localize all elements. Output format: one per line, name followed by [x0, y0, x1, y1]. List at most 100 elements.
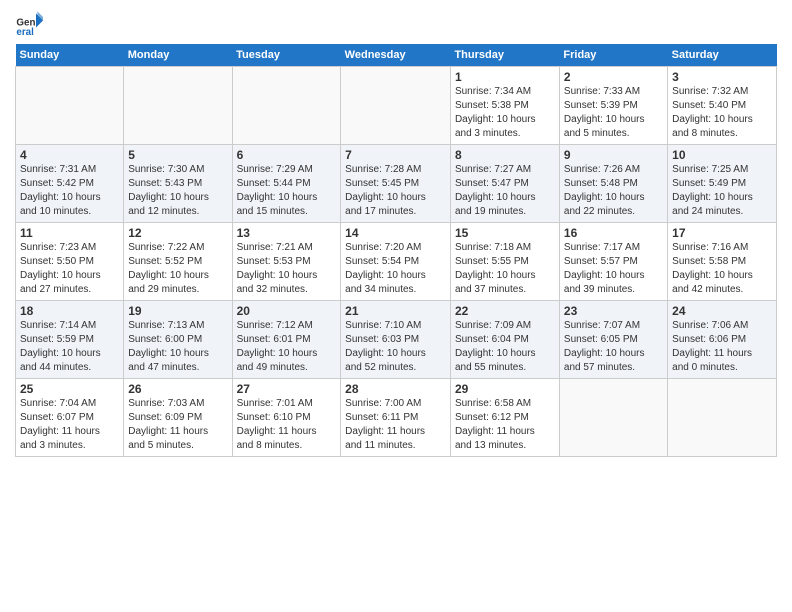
- day-info: Sunrise: 6:58 AM Sunset: 6:12 PM Dayligh…: [455, 397, 555, 453]
- day-number: 28: [345, 382, 446, 396]
- day-info: Sunrise: 7:29 AM Sunset: 5:44 PM Dayligh…: [237, 163, 337, 219]
- day-info: Sunrise: 7:18 AM Sunset: 5:55 PM Dayligh…: [455, 241, 555, 297]
- day-number: 17: [672, 226, 772, 240]
- day-cell: 17Sunrise: 7:16 AM Sunset: 5:58 PM Dayli…: [668, 223, 777, 301]
- day-info: Sunrise: 7:10 AM Sunset: 6:03 PM Dayligh…: [345, 319, 446, 375]
- day-cell: 20Sunrise: 7:12 AM Sunset: 6:01 PM Dayli…: [232, 301, 341, 379]
- day-cell: 16Sunrise: 7:17 AM Sunset: 5:57 PM Dayli…: [559, 223, 667, 301]
- day-number: 15: [455, 226, 555, 240]
- day-info: Sunrise: 7:03 AM Sunset: 6:09 PM Dayligh…: [128, 397, 227, 453]
- calendar-table: SundayMondayTuesdayWednesdayThursdayFrid…: [15, 44, 777, 457]
- day-info: Sunrise: 7:32 AM Sunset: 5:40 PM Dayligh…: [672, 85, 772, 141]
- day-info: Sunrise: 7:04 AM Sunset: 6:07 PM Dayligh…: [20, 397, 119, 453]
- day-info: Sunrise: 7:12 AM Sunset: 6:01 PM Dayligh…: [237, 319, 337, 375]
- header-row: SundayMondayTuesdayWednesdayThursdayFrid…: [16, 44, 777, 67]
- day-info: Sunrise: 7:26 AM Sunset: 5:48 PM Dayligh…: [564, 163, 663, 219]
- day-number: 3: [672, 70, 772, 84]
- day-cell: 26Sunrise: 7:03 AM Sunset: 6:09 PM Dayli…: [124, 379, 232, 457]
- day-cell: [668, 379, 777, 457]
- day-number: 23: [564, 304, 663, 318]
- column-header-friday: Friday: [559, 44, 667, 67]
- day-number: 20: [237, 304, 337, 318]
- day-number: 4: [20, 148, 119, 162]
- day-info: Sunrise: 7:25 AM Sunset: 5:49 PM Dayligh…: [672, 163, 772, 219]
- day-info: Sunrise: 7:30 AM Sunset: 5:43 PM Dayligh…: [128, 163, 227, 219]
- column-header-saturday: Saturday: [668, 44, 777, 67]
- day-info: Sunrise: 7:31 AM Sunset: 5:42 PM Dayligh…: [20, 163, 119, 219]
- day-number: 8: [455, 148, 555, 162]
- day-cell: 25Sunrise: 7:04 AM Sunset: 6:07 PM Dayli…: [16, 379, 124, 457]
- day-cell: 28Sunrise: 7:00 AM Sunset: 6:11 PM Dayli…: [341, 379, 451, 457]
- day-number: 22: [455, 304, 555, 318]
- day-cell: 12Sunrise: 7:22 AM Sunset: 5:52 PM Dayli…: [124, 223, 232, 301]
- week-row-1: 1Sunrise: 7:34 AM Sunset: 5:38 PM Daylig…: [16, 67, 777, 145]
- logo: Gen eral: [15, 10, 47, 38]
- day-info: Sunrise: 7:16 AM Sunset: 5:58 PM Dayligh…: [672, 241, 772, 297]
- day-number: 7: [345, 148, 446, 162]
- day-info: Sunrise: 7:13 AM Sunset: 6:00 PM Dayligh…: [128, 319, 227, 375]
- day-cell: 21Sunrise: 7:10 AM Sunset: 6:03 PM Dayli…: [341, 301, 451, 379]
- day-cell: 13Sunrise: 7:21 AM Sunset: 5:53 PM Dayli…: [232, 223, 341, 301]
- day-info: Sunrise: 7:23 AM Sunset: 5:50 PM Dayligh…: [20, 241, 119, 297]
- header: Gen eral: [15, 10, 777, 38]
- day-cell: [559, 379, 667, 457]
- day-info: Sunrise: 7:00 AM Sunset: 6:11 PM Dayligh…: [345, 397, 446, 453]
- day-number: 25: [20, 382, 119, 396]
- day-cell: 10Sunrise: 7:25 AM Sunset: 5:49 PM Dayli…: [668, 145, 777, 223]
- day-info: Sunrise: 7:07 AM Sunset: 6:05 PM Dayligh…: [564, 319, 663, 375]
- day-info: Sunrise: 7:06 AM Sunset: 6:06 PM Dayligh…: [672, 319, 772, 375]
- day-cell: 5Sunrise: 7:30 AM Sunset: 5:43 PM Daylig…: [124, 145, 232, 223]
- day-number: 11: [20, 226, 119, 240]
- week-row-3: 11Sunrise: 7:23 AM Sunset: 5:50 PM Dayli…: [16, 223, 777, 301]
- calendar-page: Gen eral SundayMondayTuesdayWednesdayThu…: [0, 0, 792, 612]
- logo-icon: Gen eral: [15, 10, 43, 38]
- day-info: Sunrise: 7:28 AM Sunset: 5:45 PM Dayligh…: [345, 163, 446, 219]
- day-info: Sunrise: 7:20 AM Sunset: 5:54 PM Dayligh…: [345, 241, 446, 297]
- day-info: Sunrise: 7:33 AM Sunset: 5:39 PM Dayligh…: [564, 85, 663, 141]
- day-info: Sunrise: 7:17 AM Sunset: 5:57 PM Dayligh…: [564, 241, 663, 297]
- day-cell: 18Sunrise: 7:14 AM Sunset: 5:59 PM Dayli…: [16, 301, 124, 379]
- day-number: 21: [345, 304, 446, 318]
- day-cell: 3Sunrise: 7:32 AM Sunset: 5:40 PM Daylig…: [668, 67, 777, 145]
- column-header-wednesday: Wednesday: [341, 44, 451, 67]
- day-cell: 23Sunrise: 7:07 AM Sunset: 6:05 PM Dayli…: [559, 301, 667, 379]
- day-number: 10: [672, 148, 772, 162]
- day-info: Sunrise: 7:21 AM Sunset: 5:53 PM Dayligh…: [237, 241, 337, 297]
- day-cell: [16, 67, 124, 145]
- day-cell: 24Sunrise: 7:06 AM Sunset: 6:06 PM Dayli…: [668, 301, 777, 379]
- day-info: Sunrise: 7:09 AM Sunset: 6:04 PM Dayligh…: [455, 319, 555, 375]
- week-row-5: 25Sunrise: 7:04 AM Sunset: 6:07 PM Dayli…: [16, 379, 777, 457]
- day-number: 16: [564, 226, 663, 240]
- day-number: 2: [564, 70, 663, 84]
- day-cell: [124, 67, 232, 145]
- day-cell: [341, 67, 451, 145]
- day-number: 27: [237, 382, 337, 396]
- day-cell: 7Sunrise: 7:28 AM Sunset: 5:45 PM Daylig…: [341, 145, 451, 223]
- day-number: 9: [564, 148, 663, 162]
- day-cell: 27Sunrise: 7:01 AM Sunset: 6:10 PM Dayli…: [232, 379, 341, 457]
- day-number: 5: [128, 148, 227, 162]
- day-cell: 2Sunrise: 7:33 AM Sunset: 5:39 PM Daylig…: [559, 67, 667, 145]
- column-header-tuesday: Tuesday: [232, 44, 341, 67]
- day-number: 26: [128, 382, 227, 396]
- day-number: 6: [237, 148, 337, 162]
- day-number: 18: [20, 304, 119, 318]
- column-header-sunday: Sunday: [16, 44, 124, 67]
- day-cell: [232, 67, 341, 145]
- day-number: 12: [128, 226, 227, 240]
- day-info: Sunrise: 7:34 AM Sunset: 5:38 PM Dayligh…: [455, 85, 555, 141]
- day-cell: 19Sunrise: 7:13 AM Sunset: 6:00 PM Dayli…: [124, 301, 232, 379]
- day-cell: 1Sunrise: 7:34 AM Sunset: 5:38 PM Daylig…: [450, 67, 559, 145]
- day-number: 29: [455, 382, 555, 396]
- day-info: Sunrise: 7:22 AM Sunset: 5:52 PM Dayligh…: [128, 241, 227, 297]
- column-header-monday: Monday: [124, 44, 232, 67]
- day-info: Sunrise: 7:14 AM Sunset: 5:59 PM Dayligh…: [20, 319, 119, 375]
- day-info: Sunrise: 7:27 AM Sunset: 5:47 PM Dayligh…: [455, 163, 555, 219]
- day-number: 14: [345, 226, 446, 240]
- svg-text:eral: eral: [16, 27, 34, 38]
- day-cell: 29Sunrise: 6:58 AM Sunset: 6:12 PM Dayli…: [450, 379, 559, 457]
- column-header-thursday: Thursday: [450, 44, 559, 67]
- day-cell: 15Sunrise: 7:18 AM Sunset: 5:55 PM Dayli…: [450, 223, 559, 301]
- week-row-2: 4Sunrise: 7:31 AM Sunset: 5:42 PM Daylig…: [16, 145, 777, 223]
- day-info: Sunrise: 7:01 AM Sunset: 6:10 PM Dayligh…: [237, 397, 337, 453]
